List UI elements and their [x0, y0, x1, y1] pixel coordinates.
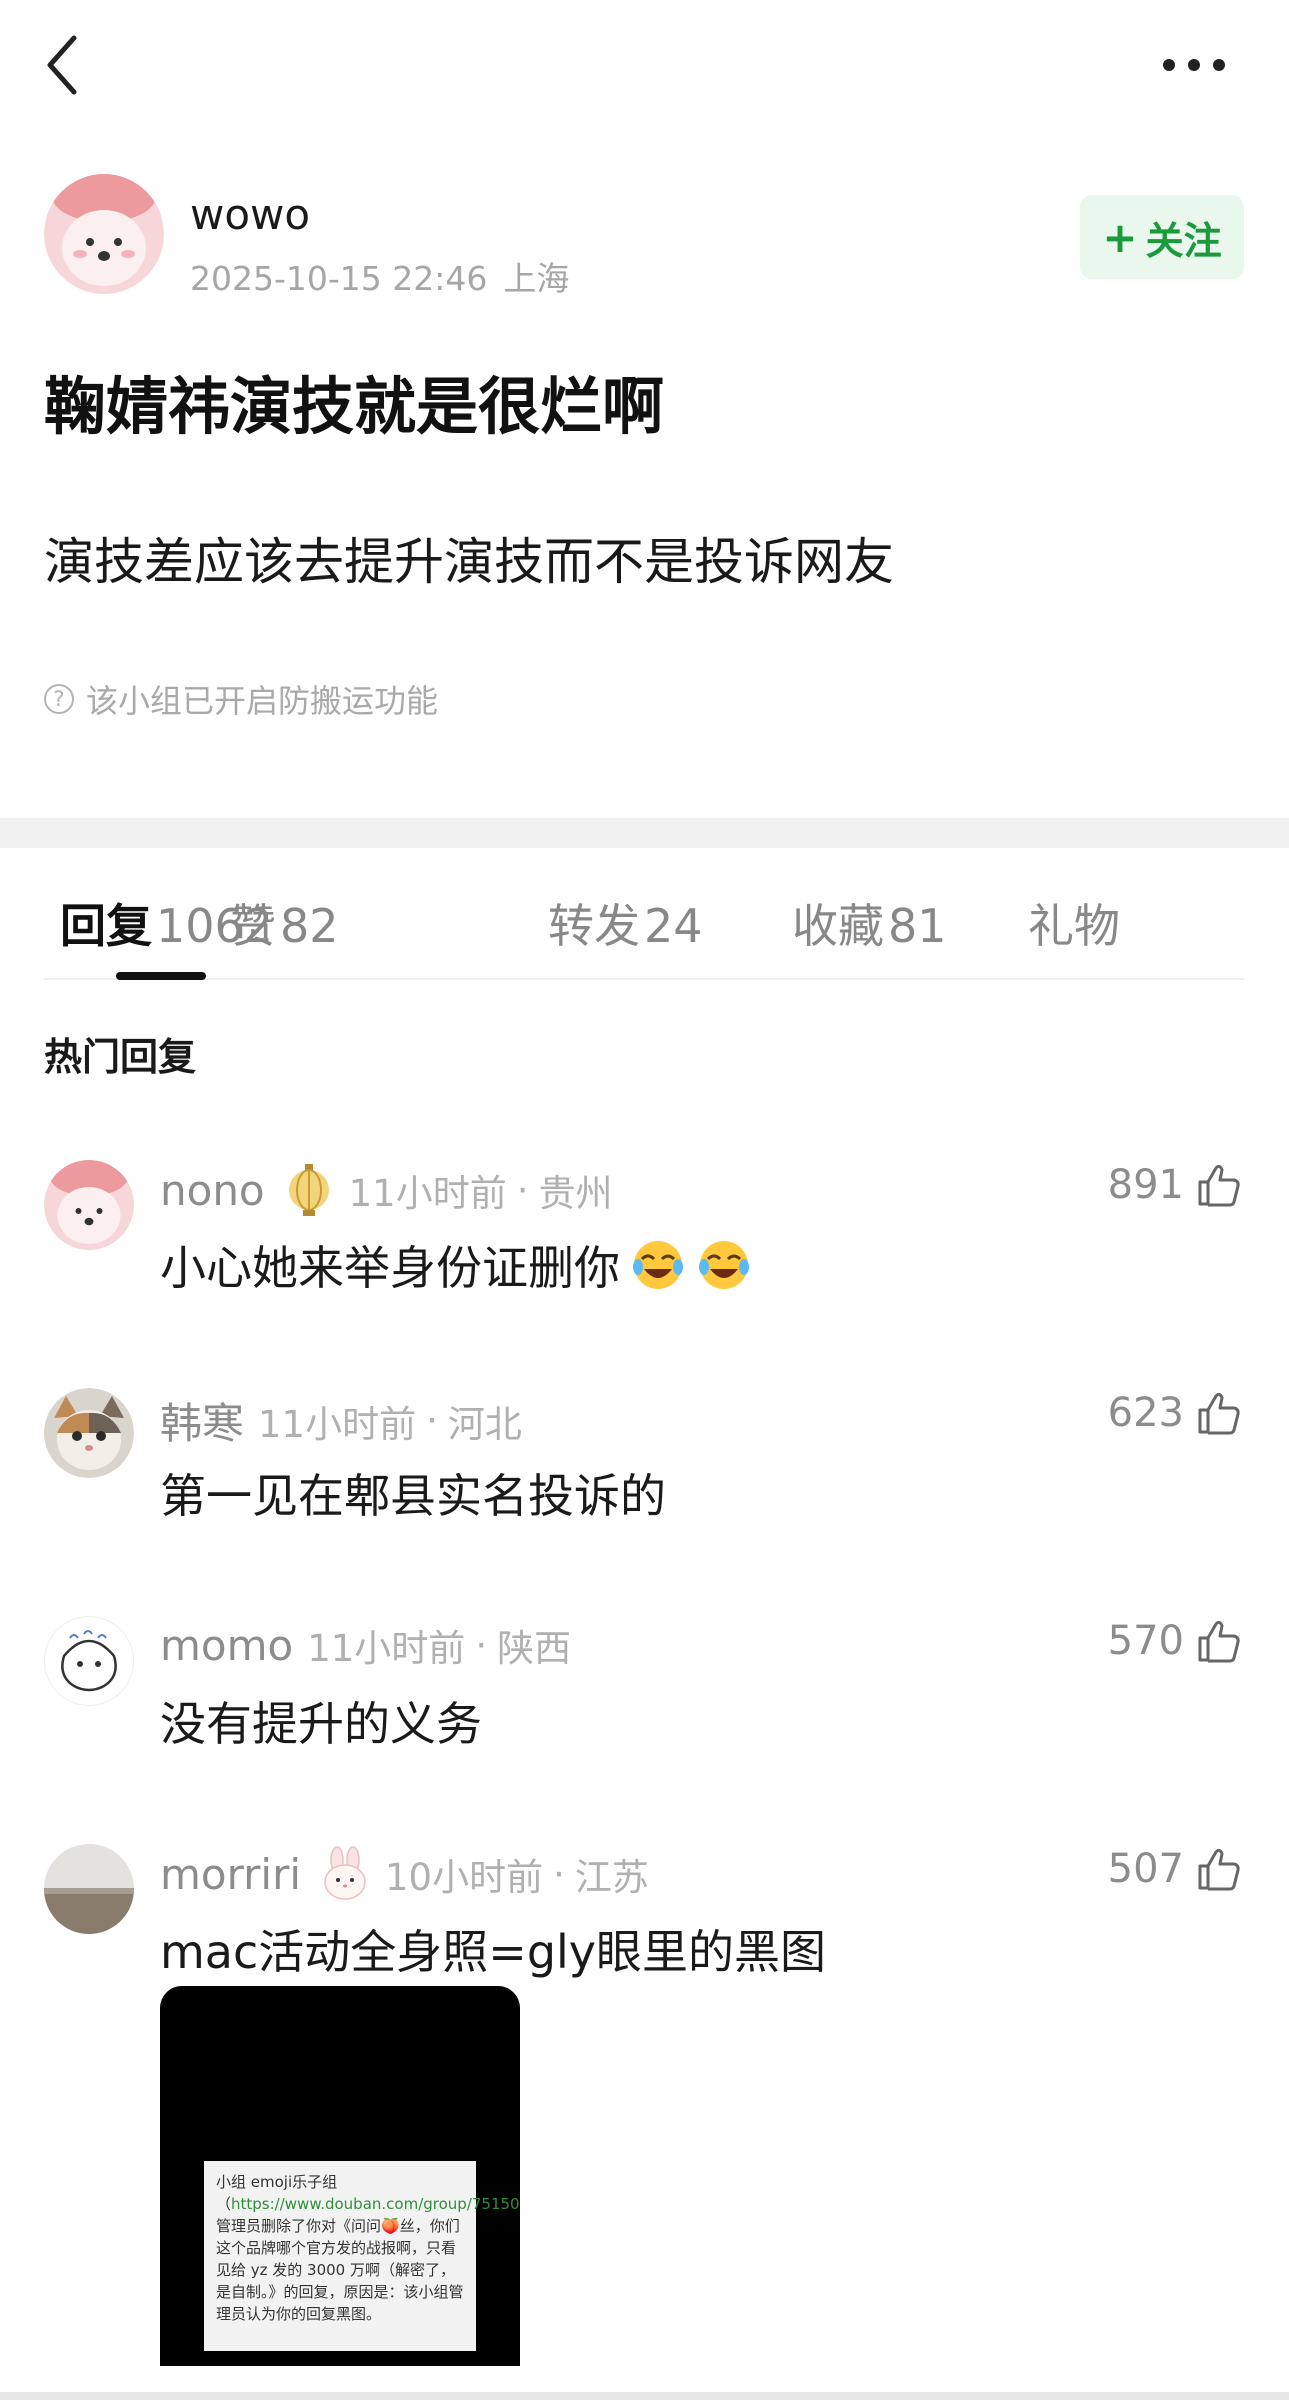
comment-item: morriri 10小时前 · 江苏 mac活动全身照=gly眼里的黑图 507… — [44, 1844, 1244, 2392]
comment-location: 江苏 — [574, 1856, 649, 1899]
like-count: 570 — [1107, 1618, 1184, 1664]
like-button[interactable]: 507 — [1108, 1844, 1244, 1894]
back-button[interactable] — [40, 28, 90, 103]
tab-likes-count: 82 — [280, 899, 339, 953]
laughing-tears-emoji — [699, 1241, 749, 1289]
post-date: 2025-10-15 22:46 — [190, 259, 488, 298]
comment-location: 贵州 — [538, 1172, 613, 1215]
image-text-link: https://www.douban.com/group/751504/ — [231, 2195, 520, 2213]
interaction-tabs: 回复1062 赞82 转发24 收藏81 礼物 — [44, 848, 1244, 980]
commenter-name[interactable]: 韩寒 — [160, 1390, 244, 1451]
laughing-tears-emoji — [633, 1241, 683, 1289]
plus-icon: + — [1102, 212, 1138, 262]
tab-favorites[interactable]: 收藏81 — [792, 890, 947, 956]
author-header: wowo 2025-10-15 22:46 上海 + 关注 — [44, 174, 1244, 304]
like-count: 623 — [1107, 1390, 1184, 1436]
bottom-edge — [0, 2392, 1289, 2400]
peach-icon: 🍑 — [381, 2217, 400, 2235]
commenter-avatar[interactable] — [44, 1844, 134, 1934]
comment-text: mac活动全身照=gly眼里的黑图 — [160, 1925, 827, 1979]
chevron-left-icon — [47, 35, 77, 95]
more-options-button[interactable] — [1159, 50, 1229, 80]
commenter-name[interactable]: nono — [160, 1166, 265, 1215]
thumbs-up-icon — [1198, 1620, 1240, 1663]
like-count: 891 — [1107, 1162, 1184, 1208]
thumbs-up-icon — [1198, 1164, 1240, 1207]
question-circle-icon: ? — [44, 684, 74, 714]
tab-replies-label: 回复 — [60, 899, 152, 953]
commenter-avatar[interactable] — [44, 1616, 134, 1706]
tab-reposts-label: 转发 — [548, 899, 640, 953]
section-divider — [0, 818, 1289, 848]
more-dots-icon — [1163, 59, 1225, 71]
comment-header: morriri 10小时前 · 江苏 — [160, 1846, 649, 1902]
meta-separator: · — [553, 1852, 565, 1896]
tab-reposts-count: 24 — [644, 899, 703, 953]
comment-item: 韩寒 11小时前 · 河北 第一见在郫县实名投诉的 623 — [44, 1388, 1244, 1523]
tab-likes-label: 赞 — [230, 899, 276, 953]
comment-item: momo 11小时前 · 陕西 没有提升的义务 570 — [44, 1616, 1244, 1751]
thumbs-up-icon — [1198, 1848, 1240, 1891]
comment-text: 小心她来举身份证删你 — [160, 1232, 752, 1298]
commenter-name[interactable]: morriri — [160, 1850, 301, 1899]
commenter-avatar[interactable] — [44, 1388, 134, 1478]
tab-favorites-label: 收藏 — [792, 899, 884, 953]
like-button[interactable]: 570 — [1108, 1616, 1244, 1666]
comment-location: 陕西 — [497, 1627, 572, 1670]
tab-favorites-count: 81 — [888, 899, 947, 953]
comment-item: nono 11小时前 · 贵州 小心她来举身份证删你 891 — [44, 1160, 1244, 1295]
comment-header: 韩寒 11小时前 · 河北 — [160, 1390, 522, 1451]
comment-time: 11小时前 — [307, 1627, 466, 1670]
comment-text: 第一见在郫县实名投诉的 — [160, 1469, 666, 1523]
active-tab-indicator — [116, 972, 206, 980]
commenter-avatar[interactable] — [44, 1160, 134, 1250]
comment-time: 11小时前 — [258, 1402, 417, 1446]
like-button[interactable]: 623 — [1108, 1388, 1244, 1438]
comment-location: 河北 — [447, 1402, 522, 1446]
tab-gifts[interactable]: 礼物 — [1028, 890, 1120, 956]
hot-replies-title: 热门回复 — [44, 1035, 197, 1079]
follow-button[interactable]: + 关注 — [1080, 195, 1244, 279]
meta-separator: · — [426, 1399, 438, 1442]
rabbit-icon — [324, 1846, 366, 1900]
follow-label: 关注 — [1145, 218, 1222, 263]
tab-gifts-label: 礼物 — [1028, 899, 1120, 953]
comment-time: 11小时前 — [348, 1172, 507, 1215]
post-body: 演技差应该去提升演技而不是投诉网友 — [44, 533, 894, 591]
notice-text: 该小组已开启防搬运功能 — [86, 682, 439, 720]
post-title: 鞠婧祎演技就是很烂啊 — [44, 370, 665, 443]
comment-attached-image[interactable]: 小组 emoji乐子组（https://www.douban.com/group… — [160, 1986, 520, 2366]
meta-separator: · — [475, 1623, 488, 1667]
lantern-icon — [288, 1164, 329, 1216]
screenshot-notice-text: 小组 emoji乐子组（https://www.douban.com/group… — [204, 2161, 520, 2351]
comment-text-content: 小心她来举身份证删你 — [160, 1241, 620, 1295]
author-avatar[interactable] — [44, 174, 164, 294]
meta-separator: · — [516, 1168, 529, 1212]
post-meta: 2025-10-15 22:46 上海 — [190, 252, 569, 300]
comment-text: 没有提升的义务 — [160, 1697, 482, 1751]
post-location: 上海 — [503, 259, 570, 298]
thumbs-up-icon — [1198, 1392, 1240, 1435]
tab-reposts[interactable]: 转发24 — [548, 890, 703, 956]
tab-likes[interactable]: 赞82 — [230, 890, 339, 956]
comment-time: 10小时前 — [385, 1856, 544, 1899]
commenter-name[interactable]: momo — [160, 1621, 293, 1670]
author-name[interactable]: wowo — [190, 190, 310, 239]
like-button[interactable]: 891 — [1108, 1160, 1244, 1210]
comment-header: nono 11小时前 · 贵州 — [160, 1162, 613, 1218]
comment-header: momo 11小时前 · 陕西 — [160, 1618, 571, 1672]
like-count: 507 — [1107, 1846, 1184, 1892]
top-bar — [0, 0, 1289, 140]
anti-repost-notice[interactable]: ? 该小组已开启防搬运功能 — [44, 676, 438, 722]
